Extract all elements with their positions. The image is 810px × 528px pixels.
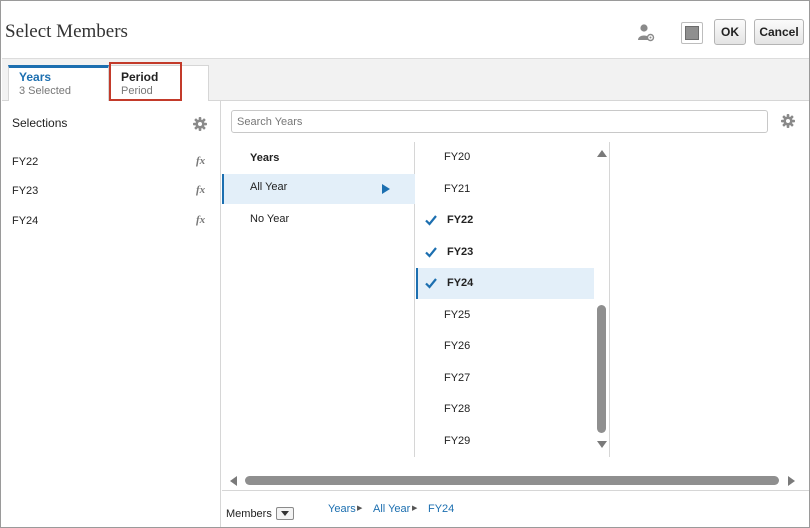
selections-gear-icon[interactable] xyxy=(193,117,207,131)
select-members-dialog: Select Members OK Cancel Years 3 Selecte… xyxy=(0,0,810,528)
member-label: FY29 xyxy=(444,435,471,447)
member-label: FY22 xyxy=(447,214,474,226)
dialog-title: Select Members xyxy=(5,21,128,42)
dimension-tabstrip: Years 3 Selected Period Period xyxy=(2,58,809,102)
square-icon xyxy=(685,26,699,40)
scroll-left-arrow-icon[interactable] xyxy=(230,476,237,486)
ok-button[interactable]: OK xyxy=(714,19,746,45)
member-browser: Years All Year No Year FY20 FY21 FY22 xyxy=(222,101,809,527)
horizontal-scrollbar[interactable] xyxy=(222,472,809,489)
member-row[interactable]: FY28 xyxy=(416,394,594,425)
selection-item-label: FY23 xyxy=(12,185,39,197)
breadcrumb-all-year[interactable]: All Year xyxy=(373,503,410,515)
member-label: FY26 xyxy=(444,340,471,352)
tab-period-title: Period xyxy=(121,70,159,84)
hierarchy-header: Years xyxy=(250,152,280,164)
search-input[interactable] xyxy=(231,110,768,133)
breadcrumb-years[interactable]: Years xyxy=(328,503,356,515)
member-label: FY28 xyxy=(444,403,471,415)
hierarchy-item-all-year[interactable]: All Year xyxy=(222,174,415,204)
function-fx-icon[interactable]: fx xyxy=(196,155,205,167)
hierarchy-column: Years All Year No Year xyxy=(222,142,415,457)
member-row[interactable]: FY29 xyxy=(416,426,594,457)
member-label: FY21 xyxy=(444,183,471,195)
selection-item-label: FY24 xyxy=(12,215,39,227)
member-label: FY20 xyxy=(444,151,471,163)
member-label: FY24 xyxy=(447,277,474,289)
tab-years-title: Years xyxy=(19,70,52,84)
member-row[interactable]: FY23 xyxy=(416,237,594,268)
expand-arrow-icon[interactable] xyxy=(382,184,390,194)
selections-label: Selections xyxy=(12,116,68,130)
hierarchy-item-label: No Year xyxy=(250,213,290,225)
member-row[interactable]: FY20 xyxy=(416,142,594,173)
tab-years[interactable]: Years 3 Selected xyxy=(8,65,109,102)
function-fx-icon[interactable]: fx xyxy=(196,184,205,196)
function-fx-icon[interactable]: fx xyxy=(196,214,205,226)
checkmark-icon xyxy=(425,278,437,289)
search-gear-icon[interactable] xyxy=(781,114,795,128)
member-row[interactable]: FY25 xyxy=(416,300,594,331)
member-row[interactable]: FY27 xyxy=(416,363,594,394)
selection-item[interactable]: FY24 fx xyxy=(12,212,212,232)
members-view-dropdown[interactable] xyxy=(276,507,294,520)
horizontal-scroll-thumb[interactable] xyxy=(245,476,779,485)
selection-item-label: FY22 xyxy=(12,156,39,168)
member-row[interactable]: FY26 xyxy=(416,331,594,362)
tab-years-subtitle: 3 Selected xyxy=(19,85,71,97)
members-column: FY20 FY21 FY22 FY23 FY24 FY25 FY26 FY27 … xyxy=(416,142,594,457)
members-view-label: Members xyxy=(226,508,272,520)
user-settings-icon[interactable] xyxy=(637,23,655,43)
cancel-button[interactable]: Cancel xyxy=(754,19,804,45)
browser-footer: Members Years ▶ All Year ▶ FY24 xyxy=(222,490,809,527)
checkmark-icon xyxy=(425,247,437,258)
tab-period-subtitle: Period xyxy=(121,85,153,97)
breadcrumb-separator-icon: ▶ xyxy=(412,505,418,512)
member-row[interactable]: FY24 xyxy=(416,268,594,299)
checkmark-icon xyxy=(425,215,437,226)
hierarchy-item-no-year[interactable]: No Year xyxy=(222,206,415,236)
scroll-up-arrow-icon[interactable] xyxy=(597,150,607,157)
breadcrumb-fy24[interactable]: FY24 xyxy=(428,503,454,515)
selection-item[interactable]: FY22 fx xyxy=(12,153,212,173)
selections-panel: Selections FY22 fx FY23 fx FY24 fx xyxy=(2,101,221,527)
member-label: FY27 xyxy=(444,372,471,384)
member-row[interactable]: FY22 xyxy=(416,205,594,236)
scroll-down-arrow-icon[interactable] xyxy=(597,441,607,448)
toggle-view-button[interactable] xyxy=(681,22,703,44)
member-label: FY23 xyxy=(447,246,474,258)
member-row[interactable]: FY21 xyxy=(416,174,594,205)
scroll-right-arrow-icon[interactable] xyxy=(788,476,795,486)
selection-item[interactable]: FY23 fx xyxy=(12,182,212,202)
breadcrumb-separator-icon: ▶ xyxy=(357,505,363,512)
member-label: FY25 xyxy=(444,309,471,321)
tab-period[interactable]: Period Period xyxy=(110,65,209,102)
vertical-scroll-thumb[interactable] xyxy=(597,305,606,433)
hierarchy-item-label: All Year xyxy=(250,181,288,193)
members-vertical-scrollbar[interactable] xyxy=(594,142,610,457)
